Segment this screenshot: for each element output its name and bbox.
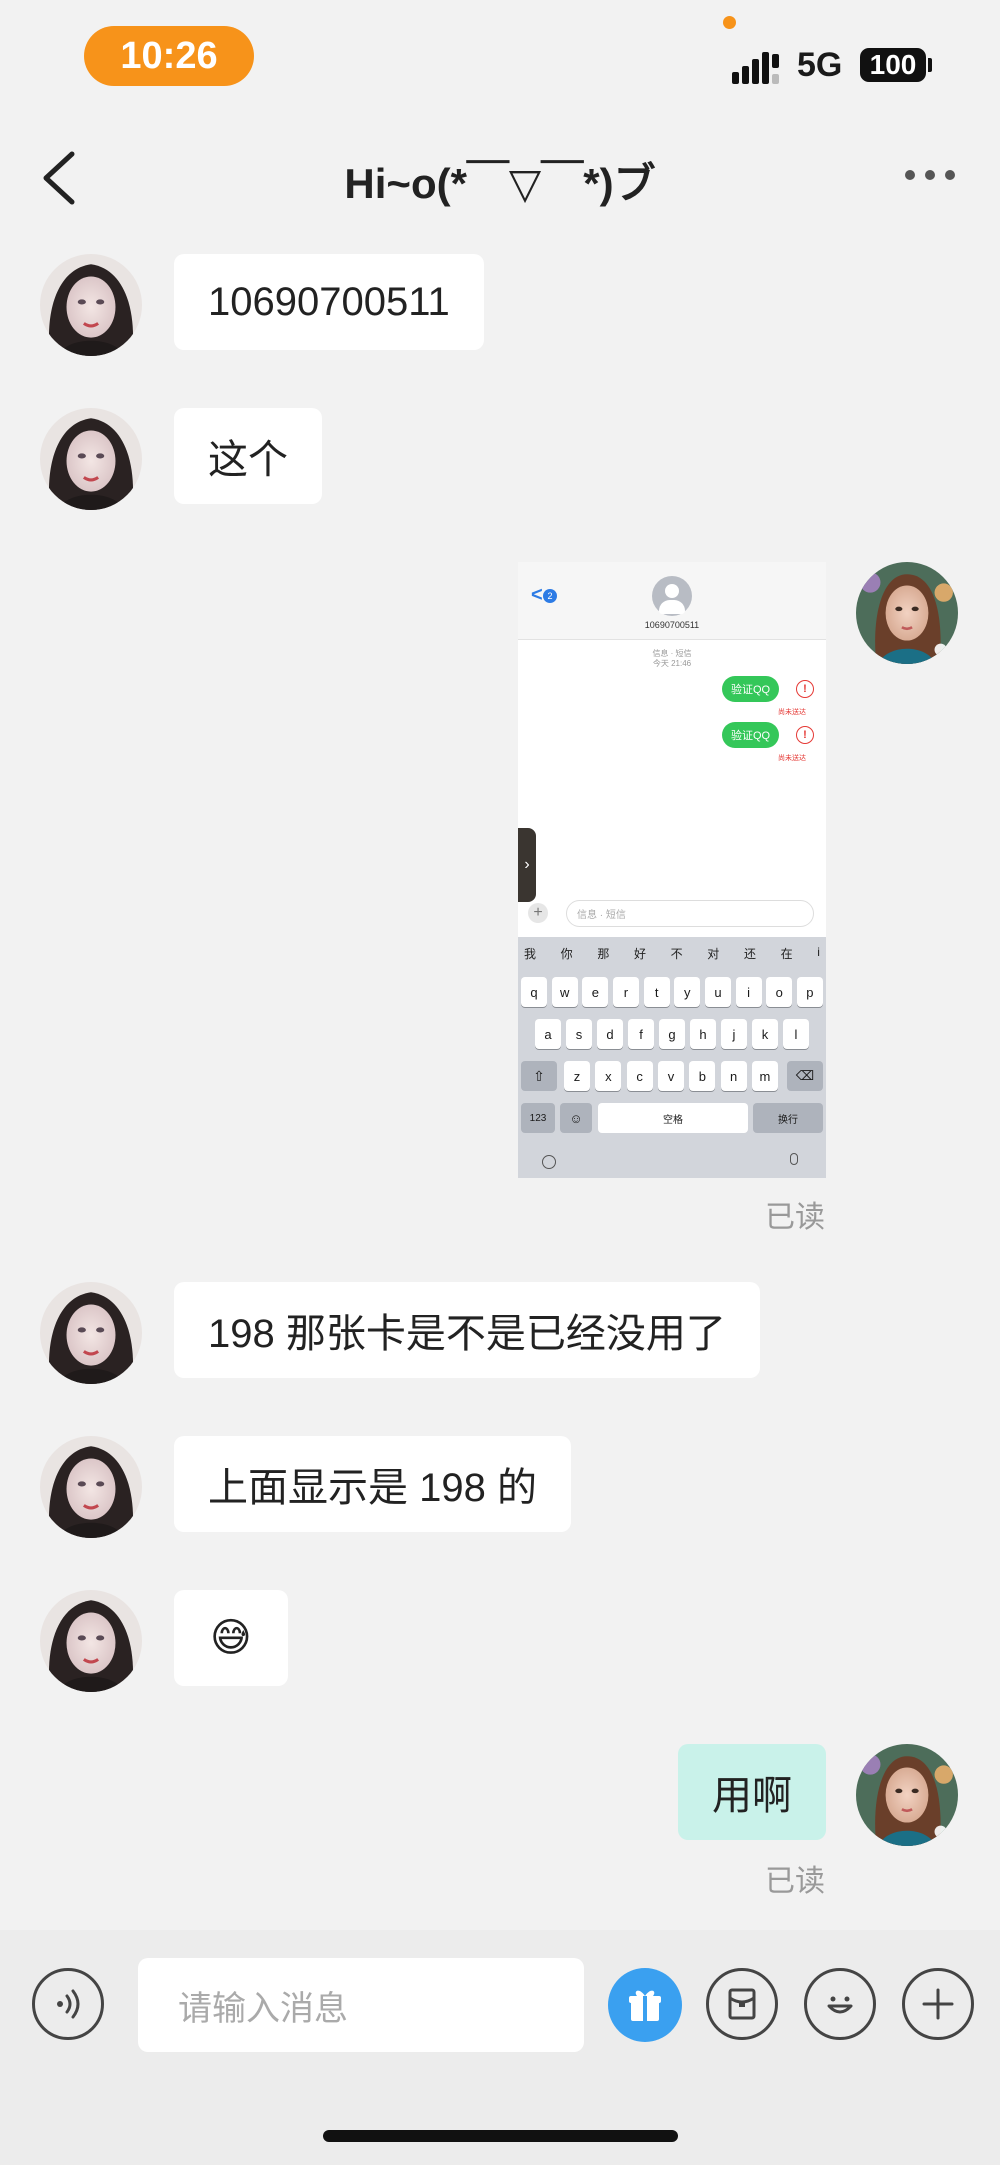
message-input-placeholder: 请输入消息 <box>178 1989 348 2028</box>
shot-key: s <box>566 1019 592 1049</box>
contact-avatar[interactable] <box>40 254 142 356</box>
more-icon[interactable] <box>905 170 955 182</box>
shot-candidate: 还 <box>743 947 756 961</box>
shot-key: r <box>612 977 639 1007</box>
shot-key: d <box>597 1019 623 1049</box>
message-bubble[interactable]: 上面显示是 198 的 <box>174 1436 571 1532</box>
screenshot-image[interactable]: < 2 10690700511 信息 · 短信 今天 21:46 验证QQ ! … <box>518 562 826 1178</box>
shot-key-row: asdfghjkl <box>535 1019 809 1049</box>
shot-key-row: qwertyuiop <box>521 977 823 1007</box>
battery-icon: 100 <box>860 48 926 82</box>
shot-sent-message: 验证QQ <box>722 722 780 748</box>
read-status: 已读 <box>765 1201 825 1234</box>
shot-123-key: 123 <box>521 1103 555 1133</box>
shot-candidates: 我你那好不对还在i <box>524 945 820 963</box>
shot-contact-avatar <box>652 576 692 616</box>
shot-key: q <box>521 977 547 1007</box>
shot-delete-key: ⌫ <box>787 1061 823 1091</box>
battery-level: 100 <box>869 49 917 80</box>
shot-key: y <box>674 977 701 1007</box>
shot-side-handle: › <box>518 828 536 902</box>
shot-key: n <box>720 1061 747 1091</box>
shot-key: p <box>796 977 823 1007</box>
shot-failed-label: 尚未送达 <box>778 755 806 762</box>
shot-key: m <box>751 1061 778 1091</box>
shot-contact-name: 10690700511 <box>644 620 700 630</box>
shot-failed-label: 尚未送达 <box>778 709 806 716</box>
shot-key: z <box>564 1061 590 1091</box>
shot-candidate: 对 <box>707 947 720 961</box>
contact-avatar[interactable] <box>40 408 142 510</box>
shot-key: h <box>690 1019 716 1049</box>
my-avatar[interactable] <box>856 562 958 664</box>
battery-nub <box>928 58 932 72</box>
shot-key: a <box>535 1019 561 1049</box>
shot-key: t <box>643 977 670 1007</box>
shot-error-icon: ! <box>796 680 814 698</box>
message-input[interactable]: 请输入消息 <box>138 1958 584 2052</box>
shot-back-icon: < <box>531 584 543 606</box>
chat-title: Hi~o(*￣▽￣*)ブ <box>344 160 656 207</box>
shot-candidate: 不 <box>670 947 683 961</box>
privacy-indicator-dot <box>723 16 736 29</box>
shot-return-key: 换行 <box>753 1103 823 1133</box>
shot-key: o <box>766 977 793 1007</box>
status-time: 10:26 <box>84 26 254 86</box>
message-bubble[interactable]: 198 那张卡是不是已经没用了 <box>174 1282 760 1378</box>
shot-candidate: 那 <box>597 947 610 961</box>
gift-icon[interactable] <box>608 1968 682 2042</box>
shot-candidate: 好 <box>633 947 646 961</box>
shot-globe-icon <box>542 1155 556 1169</box>
shot-badge: 2 <box>543 589 557 603</box>
shot-candidate: 你 <box>560 947 573 961</box>
shot-input-placeholder: 信息 · 短信 <box>577 910 626 921</box>
network-type: 5G <box>797 46 843 84</box>
shot-sent-message: 验证QQ <box>722 676 780 702</box>
signal-icon <box>732 52 779 84</box>
shot-key: x <box>595 1061 622 1091</box>
message-bubble[interactable]: 这个 <box>174 408 322 504</box>
shot-keyboard: 我你那好不对还在i qwertyuiop asdfghjkl ⇧ zxcvbnm… <box>518 937 826 1178</box>
message-bubble[interactable]: 😅 <box>174 1590 288 1686</box>
shot-emoji-key: ☺ <box>560 1103 592 1133</box>
shot-key: w <box>551 977 578 1007</box>
shot-key: c <box>626 1061 653 1091</box>
message-bubble[interactable]: 用啊 <box>678 1744 826 1840</box>
shot-candidate: 我 <box>524 947 537 961</box>
red-packet-icon[interactable] <box>706 1968 778 2040</box>
message-bubble[interactable]: 10690700511 <box>174 254 484 350</box>
shot-key: j <box>721 1019 747 1049</box>
my-avatar[interactable] <box>856 1744 958 1846</box>
back-icon[interactable] <box>40 150 80 206</box>
shot-space-key: 空格 <box>598 1103 748 1133</box>
shot-key-row: zxcvbnm <box>564 1061 778 1091</box>
shot-error-icon: ! <box>796 726 814 744</box>
shot-key: g <box>659 1019 685 1049</box>
shot-meta-2: 今天 21:46 <box>652 659 692 668</box>
shot-key: b <box>689 1061 716 1091</box>
shot-mic-icon <box>790 1153 798 1165</box>
shot-key: k <box>752 1019 778 1049</box>
plus-icon[interactable] <box>902 1968 974 2040</box>
contact-avatar[interactable] <box>40 1436 142 1538</box>
shot-plus-icon: + <box>528 903 548 923</box>
emoji-icon[interactable] <box>804 1968 876 2040</box>
shot-shift-key: ⇧ <box>521 1061 557 1091</box>
shot-key: v <box>657 1061 684 1091</box>
shot-key: e <box>582 977 609 1007</box>
shot-candidate: 在 <box>780 947 793 961</box>
shot-key: i <box>735 977 762 1007</box>
contact-avatar[interactable] <box>40 1590 142 1692</box>
shot-candidate: i <box>817 945 820 959</box>
voice-icon[interactable] <box>32 1968 104 2040</box>
shot-key: l <box>783 1019 809 1049</box>
read-status: 已读 <box>765 1865 825 1898</box>
home-indicator <box>323 2130 678 2142</box>
contact-avatar[interactable] <box>40 1282 142 1384</box>
shot-key: f <box>628 1019 654 1049</box>
shot-key: u <box>704 977 731 1007</box>
shot-input: 信息 · 短信 <box>566 900 814 927</box>
